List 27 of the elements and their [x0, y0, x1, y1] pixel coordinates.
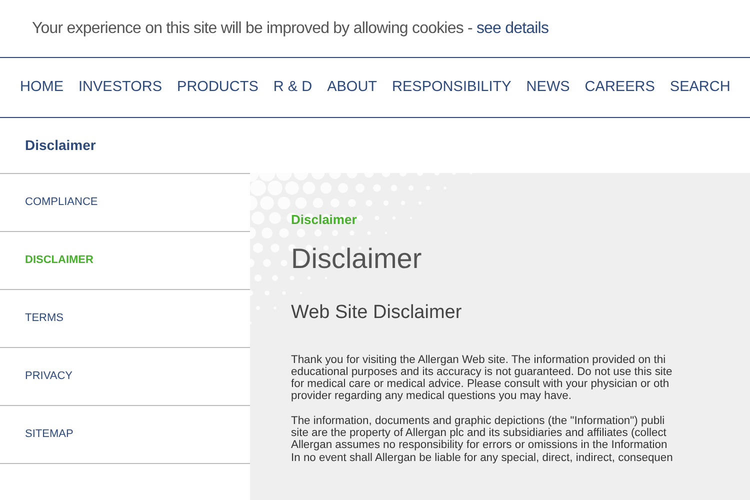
nav-link[interactable]: SEARCH	[670, 76, 730, 98]
nav-link[interactable]: NEWS	[526, 76, 570, 98]
body-text-line: The information, documents and graphic depictions (the "Information") publi	[291, 414, 666, 428]
nav-link[interactable]: INVESTORS	[78, 76, 162, 98]
breadcrumb: Disclaimer	[291, 211, 358, 229]
page-heading: Disclaimer	[291, 242, 423, 276]
nav-link[interactable]: HOME	[20, 76, 64, 98]
sidebar-link[interactable]: PRIVACY	[25, 368, 72, 385]
page-title: Disclaimer	[25, 136, 96, 155]
section-heading: Web Site Disclaimer	[291, 301, 463, 326]
body-text-line: site are the property of Allergan plc and its subsidiaries and affiliates (collect	[291, 427, 668, 440]
sidebar-link[interactable]: TERMS	[25, 310, 64, 327]
sidebar-link[interactable]: COMPLIANCE	[25, 194, 98, 211]
cookie-notice: Your experience on this site will be improved by allowing cookies - see details	[32, 18, 549, 38]
body-text-line: provider regarding any medical questions you may have.	[291, 390, 572, 403]
nav-link[interactable]: PRODUCTS	[177, 76, 258, 98]
nav-link[interactable]: R & D	[273, 76, 312, 98]
see-details-link[interactable]: see details	[476, 20, 549, 36]
body-text-line: Thank you for visiting the Allergan Web site. The information provided on thi	[291, 354, 667, 366]
nav-link[interactable]: ABOUT	[327, 76, 378, 98]
sidebar-link[interactable]: SITEMAP	[25, 426, 74, 443]
body-text-line: educational purposes and its accuracy is not guaranteed. Do not use this site	[291, 366, 674, 378]
body-text-line: for medical care or medical advice. Please consult with your physician or oth	[291, 378, 670, 390]
body-text-line: Allergan assumes no responsibility for errors or omissions in the Information	[291, 439, 668, 452]
body-text-line: In no event shall Allergan be liable for any special, direct, indirect, consequen	[291, 452, 674, 464]
nav-link[interactable]: RESPONSIBILITY	[392, 76, 512, 98]
nav-link[interactable]: CAREERS	[584, 76, 655, 98]
